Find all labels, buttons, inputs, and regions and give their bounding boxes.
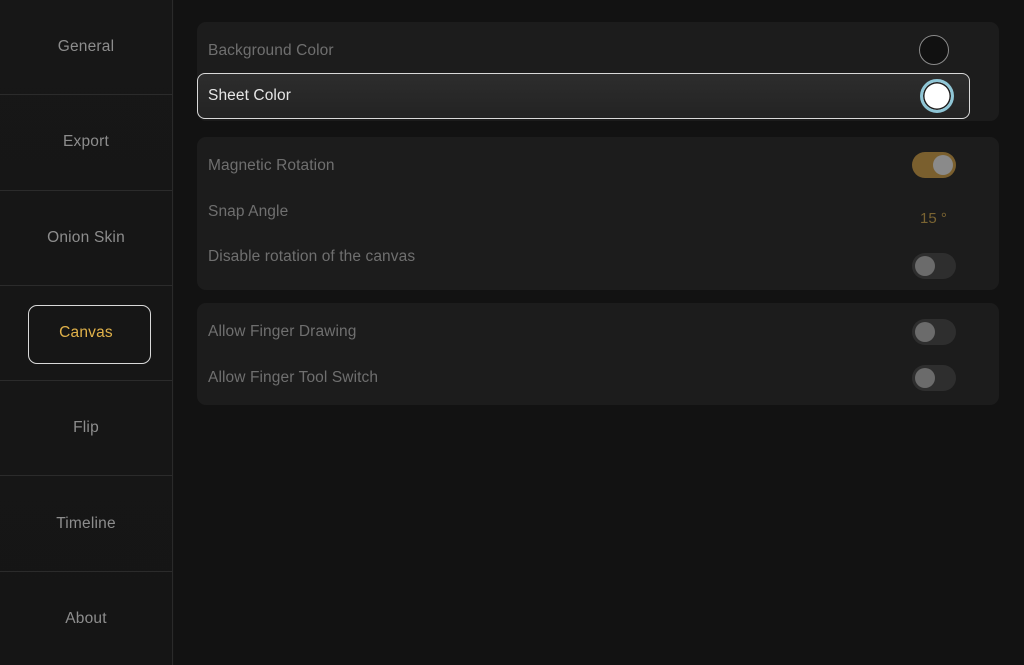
sidebar-item-label: Timeline [56, 514, 116, 532]
disable-rotation-toggle[interactable] [912, 253, 956, 279]
sheet-color-row[interactable]: Sheet Color [197, 73, 970, 119]
allow-finger-tool-switch-row: Allow Finger Tool Switch [197, 354, 999, 400]
sidebar-item-label: General [57, 38, 115, 56]
sidebar-item-onion-skin[interactable]: Onion Skin [0, 191, 172, 286]
settings-window: General Export Onion Skin Canvas Flip Ti… [0, 0, 1024, 665]
toggle-knob [915, 322, 935, 342]
allow-finger-drawing-row: Allow Finger Drawing [197, 308, 999, 354]
settings-content: Background Color Sheet Color Magnetic Ro… [174, 0, 1024, 665]
magnetic-rotation-row: Magnetic Rotation [197, 142, 999, 188]
sheet-color-label: Sheet Color [208, 87, 291, 104]
toggle-knob [915, 256, 935, 276]
snap-angle-row[interactable]: Snap Angle 15 ° [197, 188, 999, 234]
sidebar-item-label: Onion Skin [47, 228, 125, 246]
sidebar-item-canvas[interactable]: Canvas [0, 286, 172, 382]
sidebar-item-timeline[interactable]: Timeline [0, 476, 172, 572]
snap-angle-value[interactable]: 15 ° [920, 210, 947, 227]
sidebar-item-about[interactable]: About [0, 572, 172, 665]
disable-rotation-label: Disable rotation of the canvas [208, 248, 416, 265]
magnetic-rotation-label: Magnetic Rotation [208, 157, 335, 174]
finger-settings-group: Allow Finger Drawing Allow Finger Tool S… [197, 303, 999, 405]
disable-rotation-row: Disable rotation of the canvas [197, 234, 999, 280]
background-color-label: Background Color [208, 42, 334, 59]
toggle-knob [933, 155, 953, 175]
sidebar-item-label: Canvas [59, 324, 113, 342]
settings-sidebar: General Export Onion Skin Canvas Flip Ti… [0, 0, 173, 665]
allow-finger-tool-switch-label: Allow Finger Tool Switch [208, 369, 379, 386]
rotation-settings-group: Magnetic Rotation Snap Angle 15 ° Disabl… [197, 137, 999, 290]
sidebar-item-label: Export [63, 133, 109, 151]
magnetic-rotation-toggle[interactable] [912, 152, 956, 178]
background-color-swatch[interactable] [919, 35, 949, 65]
sidebar-item-label: About [65, 610, 107, 628]
sidebar-item-label: Flip [73, 419, 99, 437]
allow-finger-drawing-toggle[interactable] [912, 319, 956, 345]
background-color-row[interactable]: Background Color [197, 28, 999, 74]
sheet-color-swatch[interactable] [920, 79, 954, 113]
sidebar-item-flip[interactable]: Flip [0, 381, 172, 477]
color-settings-group: Background Color Sheet Color [197, 22, 999, 121]
toggle-knob [915, 368, 935, 388]
allow-finger-tool-switch-toggle[interactable] [912, 365, 956, 391]
snap-angle-label: Snap Angle [208, 203, 289, 220]
sidebar-item-general[interactable]: General [0, 0, 172, 96]
sidebar-item-export[interactable]: Export [0, 95, 172, 191]
allow-finger-drawing-label: Allow Finger Drawing [208, 323, 357, 340]
